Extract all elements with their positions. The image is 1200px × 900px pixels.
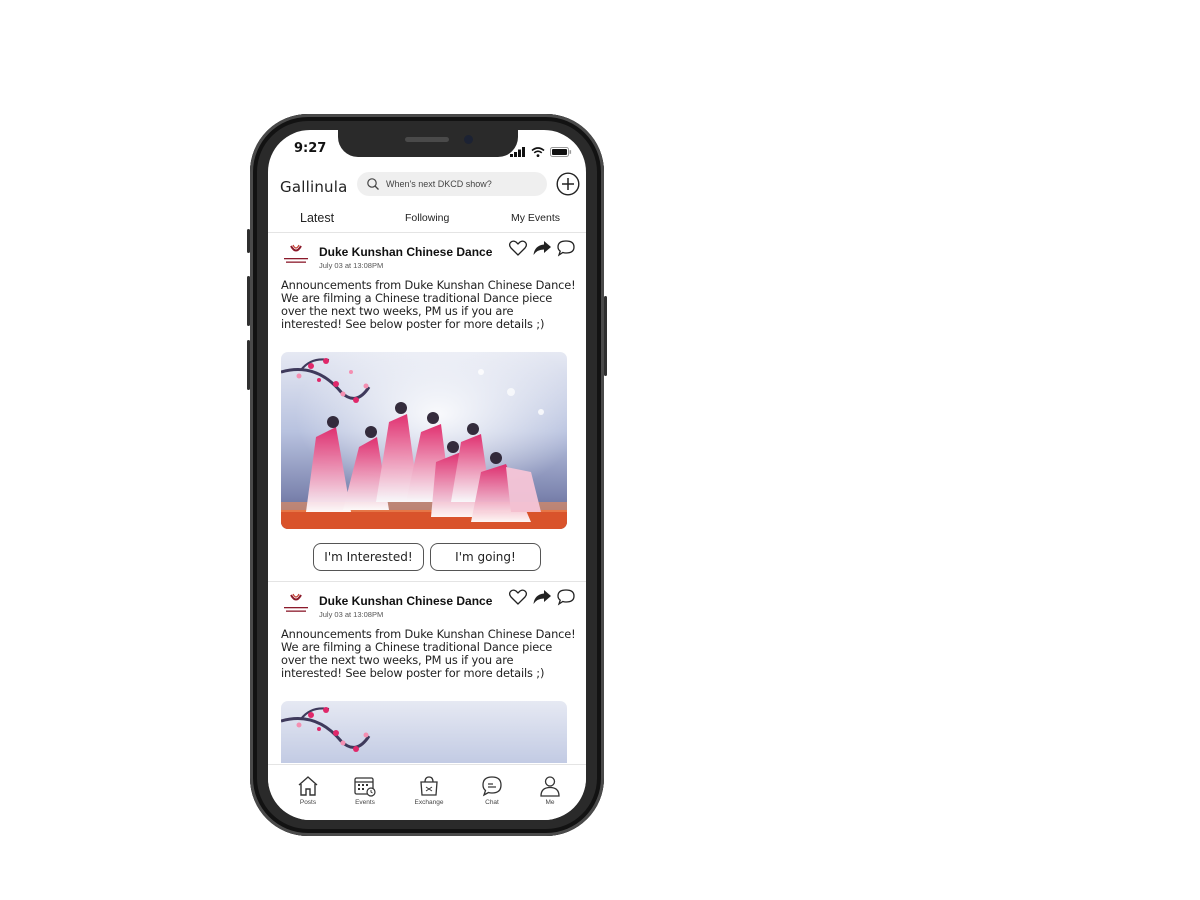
nav-label-me: Me xyxy=(545,799,555,806)
shopping-bag-icon xyxy=(420,776,438,796)
nav-label-chat: Chat xyxy=(485,799,499,806)
nav-label-events: Events xyxy=(355,799,375,806)
post-body: Announcements from Duke Kunshan Chinese … xyxy=(281,627,576,680)
nav-me[interactable]: Me xyxy=(525,775,575,806)
status-icons xyxy=(510,142,572,161)
comment-icon[interactable] xyxy=(556,587,576,607)
app-logo: Gallinula xyxy=(280,178,348,196)
nav-exchange[interactable]: Exchange xyxy=(404,775,454,806)
phone-frame: 9:27 Gallinula Latest xyxy=(247,114,607,836)
person-icon xyxy=(540,776,560,797)
volume-down-button xyxy=(247,340,250,390)
front-camera xyxy=(464,135,473,144)
post-card: Duke Kunshan Chinese Dance July 03 at 13… xyxy=(268,233,586,582)
add-post-button[interactable] xyxy=(556,172,580,196)
power-button xyxy=(604,296,607,376)
post-feed[interactable]: Duke Kunshan Chinese Dance July 03 at 13… xyxy=(268,233,586,763)
comment-icon[interactable] xyxy=(556,238,576,258)
post-author[interactable]: Duke Kunshan Chinese Dance xyxy=(319,245,492,259)
interested-button[interactable]: I'm Interested! xyxy=(313,543,424,571)
app-header: Gallinula xyxy=(268,170,586,208)
wifi-icon xyxy=(531,142,545,161)
nav-events[interactable]: Events xyxy=(340,775,390,806)
going-button[interactable]: I'm going! xyxy=(430,543,541,571)
notch xyxy=(338,130,518,157)
dance-poster-image[interactable] xyxy=(281,352,567,529)
search-input[interactable] xyxy=(386,179,536,189)
post-body: Announcements from Duke Kunshan Chinese … xyxy=(281,278,576,331)
org-logo-avatar xyxy=(284,244,308,263)
nav-chat[interactable]: Chat xyxy=(467,775,517,806)
battery-icon xyxy=(550,142,572,161)
post-timestamp: July 03 at 13:08PM xyxy=(319,261,384,270)
calendar-icon xyxy=(354,777,376,797)
feed-tabs: Latest Following My Events xyxy=(268,206,586,233)
mute-switch xyxy=(247,229,250,253)
share-icon[interactable] xyxy=(532,238,552,258)
search-bar[interactable] xyxy=(357,172,547,196)
phone-screen: 9:27 Gallinula Latest xyxy=(268,130,586,820)
heart-icon[interactable] xyxy=(508,238,528,258)
post-card: Duke Kunshan Chinese Dance July 03 at 13… xyxy=(268,582,586,763)
status-time: 9:27 xyxy=(294,141,327,156)
post-timestamp: July 03 at 13:08PM xyxy=(319,610,384,619)
post-actions xyxy=(508,238,576,258)
heart-icon[interactable] xyxy=(508,587,528,607)
nav-posts[interactable]: Posts xyxy=(283,775,333,806)
nav-label-exchange: Exchange xyxy=(414,799,444,806)
share-icon[interactable] xyxy=(532,587,552,607)
speaker xyxy=(405,137,449,142)
bottom-navigation: Posts Events Exchange Chat Me xyxy=(268,764,586,820)
tab-latest[interactable]: Latest xyxy=(300,211,334,225)
chat-bubble-icon xyxy=(482,776,502,797)
dance-poster-image[interactable] xyxy=(281,701,567,763)
volume-up-button xyxy=(247,276,250,326)
org-logo-avatar xyxy=(284,593,308,612)
nav-label-posts: Posts xyxy=(299,799,317,806)
post-actions xyxy=(508,587,576,607)
home-icon xyxy=(298,776,318,796)
post-author[interactable]: Duke Kunshan Chinese Dance xyxy=(319,594,492,608)
tab-following[interactable]: Following xyxy=(405,212,449,224)
tab-my-events[interactable]: My Events xyxy=(511,212,560,224)
search-icon xyxy=(367,178,379,190)
